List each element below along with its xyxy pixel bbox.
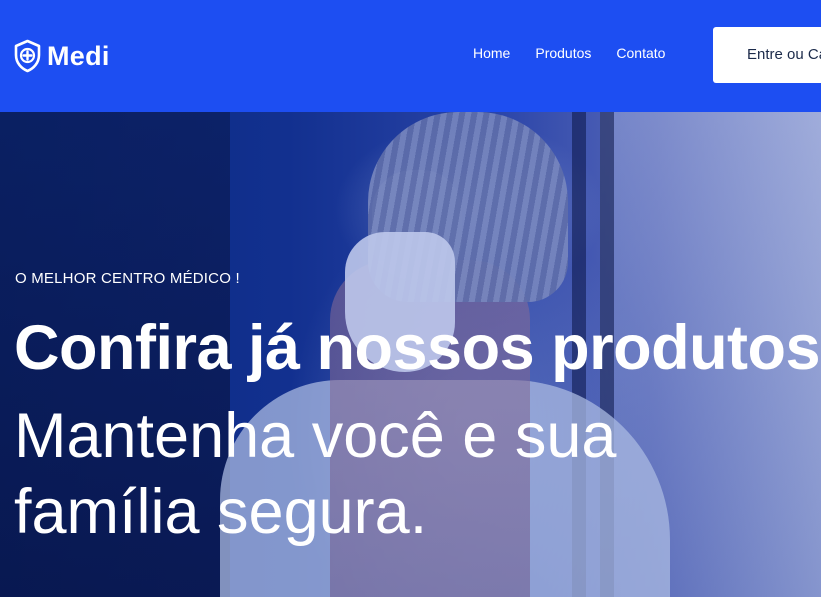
nav-link-produtos[interactable]: Produtos [535, 45, 591, 61]
nav-link-contato[interactable]: Contato [616, 45, 665, 61]
main-nav: Home Produtos Contato [473, 45, 690, 61]
hero-headline: Confira já nossos produtos! [14, 313, 821, 383]
hero-eyebrow: O MELHOR CENTRO MÉDICO ! [15, 270, 240, 287]
hero-subhead: Mantenha você e sua família segura. [14, 401, 617, 547]
nav-link-home[interactable]: Home [473, 45, 510, 61]
login-signup-button[interactable]: Entre ou Ca [713, 27, 821, 83]
site-header: Medi Home Produtos Contato Entre ou Ca [0, 0, 821, 112]
brand-name: Medi [47, 40, 110, 71]
brand-logo[interactable]: Medi [14, 38, 110, 74]
shield-plus-icon [14, 39, 41, 73]
